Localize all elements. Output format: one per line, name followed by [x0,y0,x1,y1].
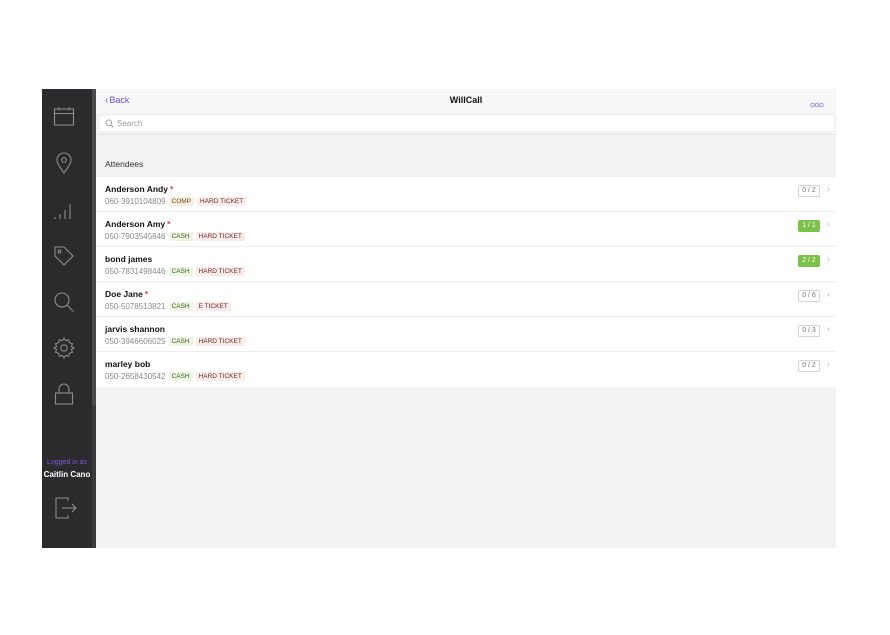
attendee-details: 050-2658430542 CASH HARD TICKET [105,372,245,381]
checkin-count-badge: 0 / 3 [798,325,820,337]
search-icon [105,119,114,128]
logout-icon[interactable] [54,496,78,520]
attendee-name-text: marley bob [105,359,151,369]
chevron-right-icon: › [826,359,830,370]
ticket-type-badge: E TICKET [195,302,231,311]
ticket-type-badge: HARD TICKET [195,337,245,346]
payment-badge: COMP [168,197,195,206]
ticket-type-badge: HARD TICKET [195,267,245,276]
required-marker: * [169,184,174,194]
chevron-left-icon: ‹ [105,95,109,106]
user-name: Caitlin Cano [43,470,91,479]
attendee-row[interactable]: Anderson Amy * 050-7903545846 CASH HARD TICK… [96,212,836,247]
chevron-right-icon: › [826,184,830,195]
attendee-name: Doe Jane * [105,289,148,299]
attendee-row[interactable]: Doe Jane * 050-5078513821 CASH E TICKET 0 / 6… [96,282,836,317]
attendee-phone: 050-7831498446 [105,267,166,276]
attendee-phone: 050-3946606025 [105,337,166,346]
main-panel: ‹Back WillCall Attendees Anderson Andy*0… [96,89,836,548]
attendee-details: 060-3910104809 COMP HARD TICKET [105,197,247,206]
payment-badge: CASH [168,232,193,241]
required-marker: * [144,289,149,299]
gear-icon[interactable] [52,336,76,360]
section-header-attendees: Attendees [105,159,144,169]
attendee-row[interactable]: marley bob 050-2658430542 CASH HARD TICKET 0… [96,352,836,387]
attendee-name-text: jarvis shannon [105,324,165,334]
payment-badge: CASH [168,372,193,381]
app-window: Logged in as Caitlin Cano ‹Back WillCall [42,89,836,548]
attendee-name: jarvis shannon [105,324,167,334]
calendar-icon[interactable] [52,105,76,129]
required-marker: * [167,219,171,229]
sidebar: Logged in as Caitlin Cano [42,89,92,548]
payment-badge: CASH [168,302,193,311]
checkin-count-badge: 1 / 1 [798,220,820,232]
back-button[interactable]: ‹Back [105,95,129,106]
payment-badge: CASH [168,337,193,346]
search-icon[interactable] [52,290,76,314]
logged-in-label: Logged in as [46,459,88,466]
attendee-row[interactable]: jarvis shannon 050-3946606025 CASH HARD TIC… [96,317,836,352]
more-icon[interactable] [810,96,824,108]
attendee-list: Anderson Andy * 060-3910104809 COMP HARD TIC… [96,177,836,387]
back-label: Back [109,95,130,105]
attendee-phone: 050-7903545846 [105,232,166,241]
attendee-name-text: bond james [105,254,153,264]
attendee-details: 050-7831498446 CASH HARD TICKET [105,267,245,276]
attendee-details: 050-7903545846 CASH HARD TICKET [105,232,245,241]
page-title: WillCall [449,95,483,105]
ticket-type-badge: HARD TICKET [195,372,245,381]
chevron-right-icon: › [826,219,830,230]
attendee-name: bond james [105,254,154,264]
chevron-right-icon: › [826,254,830,265]
attendee-name: Anderson Andy * [105,184,173,194]
lock-icon[interactable] [52,382,76,406]
attendee-name-text: Anderson Amy [105,219,166,229]
search-input[interactable] [117,116,817,131]
checkin-count-badge: 2 / 2 [798,255,820,267]
divider [96,134,836,135]
checkin-count-badge: 0 / 6 [798,290,820,302]
attendee-row[interactable]: bond james 050-7831498446 CASH HARD TICKET 2… [96,247,836,282]
attendee-name-text: Anderson Andy [105,184,168,194]
attendee-name: Anderson Amy * [105,219,170,229]
attendee-phone: 060-3910104809 [105,197,166,206]
attendee-details: 050-3946606025 CASH HARD TICKET [105,337,245,346]
signal-bars-icon[interactable] [52,198,76,222]
attendee-name: marley bob [105,359,152,369]
chevron-right-icon: › [826,324,830,335]
attendee-details: 050-5078513821 CASH E TICKET [105,302,231,311]
nav-bar: ‹Back WillCall [96,89,836,113]
location-pin-icon[interactable] [52,151,76,175]
checkin-count-badge: 0 / 2 [798,185,820,197]
ticket-type-badge: HARD TICKET [197,197,247,206]
attendee-phone: 050-2658430542 [105,372,166,381]
search-bar[interactable] [100,116,834,131]
attendee-name-text: Doe Jane [105,289,143,299]
attendee-phone: 050-5078513821 [105,302,166,311]
attendee-row[interactable]: Anderson Andy * 060-3910104809 COMP HARD TIC… [96,177,836,212]
tag-icon[interactable] [52,244,76,268]
checkin-count-badge: 0 / 2 [798,360,820,372]
payment-badge: CASH [168,267,193,276]
chevron-right-icon: › [826,289,830,300]
ticket-type-badge: HARD TICKET [195,232,245,241]
